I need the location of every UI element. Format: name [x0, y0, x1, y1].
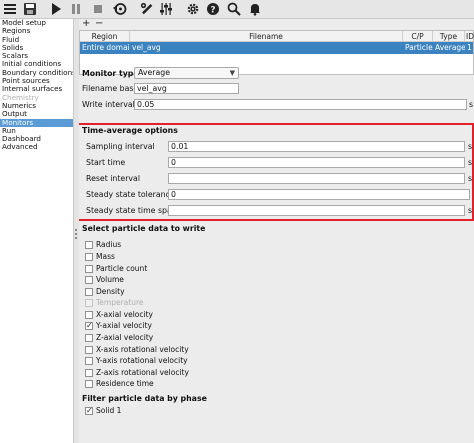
column-header-type[interactable]: Type [433, 31, 465, 42]
table-row[interactable]: Entire domain vel_avg Particle Average 1 [80, 42, 473, 54]
y-axial-velocity-label[interactable]: Y-axial velocity [96, 321, 152, 330]
monitors-panel: + − Region Filename C/P Type ID Entire d… [79, 19, 474, 443]
start-time-unit: s [468, 158, 473, 167]
z-axis-rotational-velocity-label[interactable]: Z-axis rotational velocity [96, 368, 189, 377]
grip-dot [75, 229, 77, 231]
menu-icon[interactable] [2, 1, 18, 17]
filename-base-input[interactable]: vel_avg [134, 83, 239, 94]
residence-time-checkbox[interactable] [85, 380, 93, 388]
temperature-checkbox [85, 299, 93, 307]
start-time-input[interactable]: 0 [168, 157, 465, 168]
y-axis-rotational-velocity-checkbox[interactable] [85, 357, 93, 365]
sampling-interval-label: Sampling interval [86, 142, 155, 151]
column-header-filename[interactable]: Filename [130, 31, 403, 42]
wrench-icon[interactable] [139, 1, 155, 17]
mass-checkbox[interactable] [85, 253, 93, 261]
sampling-interval-unit: s [468, 142, 473, 151]
check-icon: ✓ [86, 321, 93, 330]
y-axis-rotational-velocity-label[interactable]: Y-axis rotational velocity [96, 356, 188, 365]
monitor-type-select[interactable]: Average ▼ [134, 67, 239, 79]
gear-icon[interactable] [185, 1, 201, 17]
write-interval-label: Write interval [82, 100, 135, 109]
steady-state-tolerance-label: Steady state tolerance [86, 190, 175, 199]
grip-dot [75, 237, 77, 239]
write-interval-input[interactable]: 0.05 [134, 99, 467, 110]
residence-time-label[interactable]: Residence time [96, 379, 154, 388]
reset-interval-unit: s [468, 174, 473, 183]
remove-monitor-button[interactable]: − [95, 19, 103, 29]
sliders-icon[interactable] [158, 1, 174, 17]
add-monitor-button[interactable]: + [82, 19, 90, 29]
table-header: Region Filename C/P Type ID [80, 31, 474, 42]
z-axial-velocity-label[interactable]: Z-axial velocity [96, 333, 153, 342]
volume-label[interactable]: Volume [96, 275, 124, 284]
pause-icon[interactable] [68, 1, 84, 17]
x-axial-velocity-checkbox[interactable] [85, 311, 93, 319]
volume-checkbox[interactable] [85, 276, 93, 284]
write-interval-unit: s [469, 100, 474, 109]
steady-state-time-span-unit: s [468, 206, 473, 215]
radius-checkbox[interactable] [85, 241, 93, 249]
sampling-interval-input[interactable]: 0.01 [168, 141, 465, 152]
z-axial-velocity-checkbox[interactable] [85, 334, 93, 342]
time-average-title: Time-average options [82, 126, 178, 135]
start-time-label: Start time [86, 158, 126, 167]
radius-label[interactable]: Radius [96, 240, 121, 249]
x-axis-rotational-velocity-label[interactable]: X-axis rotational velocity [96, 345, 189, 354]
column-header-id[interactable]: ID [465, 31, 474, 42]
x-axial-velocity-label[interactable]: X-axial velocity [96, 310, 153, 319]
column-header-cp[interactable]: C/P [403, 31, 433, 42]
table-cell-id: 1 [467, 43, 472, 52]
table-cell-type: Average [435, 43, 465, 52]
column-header-region[interactable]: Region [80, 31, 130, 42]
grip-dot [75, 233, 77, 235]
table-cell-filename: vel_avg [132, 43, 161, 52]
z-axis-rotational-velocity-checkbox[interactable] [85, 369, 93, 377]
help-icon[interactable]: ? [205, 1, 221, 17]
table-cell-region: Entire domain [82, 43, 130, 52]
reset-interval-input[interactable] [168, 173, 465, 184]
temperature-label: Temperature [96, 298, 144, 307]
bell-icon[interactable] [247, 1, 263, 17]
chevron-down-icon: ▼ [229, 69, 235, 77]
monitor-type-label: Monitor type [82, 69, 139, 78]
particle-count-label[interactable]: Particle count [96, 264, 147, 273]
phase-filter-title: Filter particle data by phase [82, 394, 207, 403]
table-cell-cp: Particle [405, 43, 433, 52]
mass-label[interactable]: Mass [96, 252, 115, 261]
steady-state-tolerance-input[interactable]: 0 [168, 189, 470, 200]
solid-1-checkbox[interactable]: ✓ [85, 406, 93, 415]
monitor-type-value: Average [138, 68, 171, 77]
sidebar: Model setup Regions Fluid Solids Scalars… [0, 19, 74, 443]
play-icon[interactable] [48, 1, 64, 17]
y-axial-velocity-checkbox[interactable]: ✓ [85, 321, 93, 330]
density-label[interactable]: Density [96, 287, 125, 296]
toolbar: ? [0, 0, 474, 19]
particle-count-checkbox[interactable] [85, 265, 93, 273]
save-icon[interactable] [22, 1, 38, 17]
solid-1-label[interactable]: Solid 1 [96, 406, 121, 415]
filename-base-label: Filename base [82, 84, 139, 93]
density-checkbox[interactable] [85, 288, 93, 296]
steady-state-time-span-input[interactable] [168, 205, 465, 216]
check-icon: ✓ [86, 406, 93, 415]
particle-data-title: Select particle data to write [82, 224, 206, 233]
reset-interval-label: Reset interval [86, 174, 140, 183]
search-icon[interactable] [226, 1, 242, 17]
stop-icon[interactable] [90, 1, 106, 17]
svg-text:?: ? [210, 6, 215, 16]
x-axis-rotational-velocity-checkbox[interactable] [85, 346, 93, 354]
steady-state-time-span-label: Steady state time span [86, 206, 177, 215]
restore-icon[interactable] [112, 1, 128, 17]
sidebar-item-advanced[interactable]: Advanced [0, 143, 73, 152]
